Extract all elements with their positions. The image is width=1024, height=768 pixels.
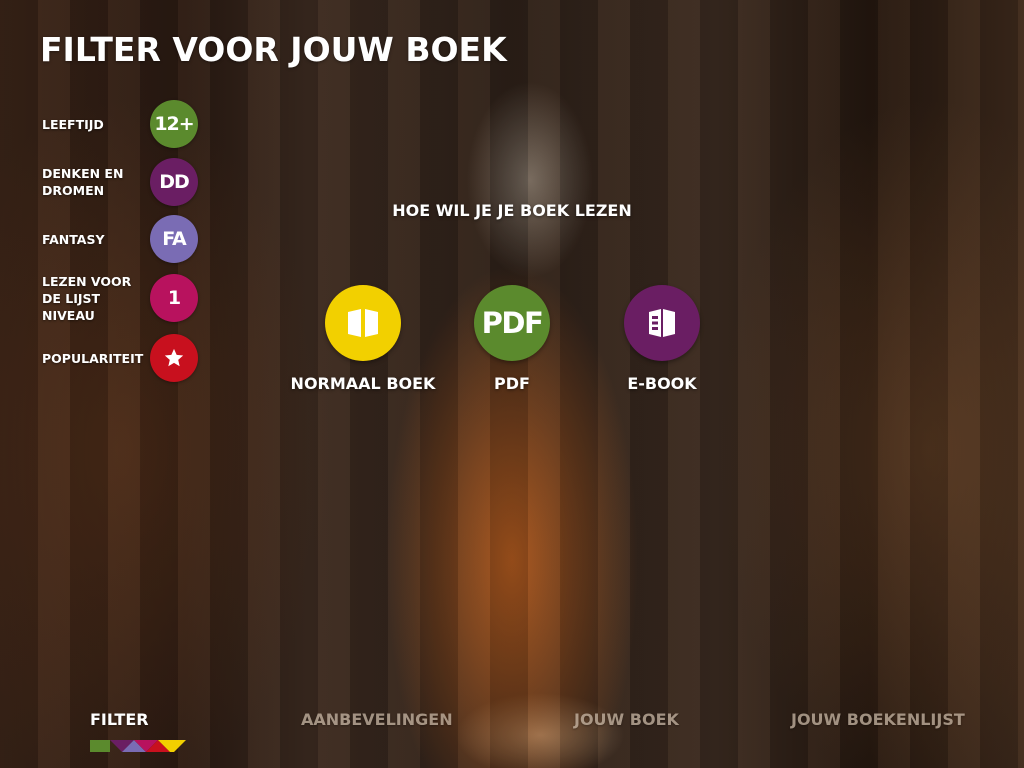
filter-subgenre[interactable]: FANTASY FA xyxy=(42,215,202,263)
filter-popularity[interactable]: POPULARITEIT xyxy=(42,334,202,382)
filter-genre[interactable]: DENKEN EN DROMEN DD xyxy=(42,158,202,206)
filter-label: DENKEN EN DROMEN xyxy=(42,166,124,198)
popularity-badge[interactable] xyxy=(150,334,198,382)
age-badge[interactable]: 12+ xyxy=(150,100,198,148)
filter-age[interactable]: LEEFTIJD 12+ xyxy=(42,100,202,148)
ebook-button[interactable] xyxy=(624,285,700,361)
ebook-icon xyxy=(649,309,675,337)
filter-reading-level[interactable]: LEZEN VOOR DE LIJST NIVEAU 1 xyxy=(42,273,202,323)
page-title: FILTER VOOR JOUW BOEK xyxy=(40,30,507,69)
open-book-icon xyxy=(348,309,378,337)
option-ebook[interactable]: E-BOOK xyxy=(582,285,742,393)
nav-tab-jouw-boekenlijst[interactable]: JOUW BOEKENLIJST xyxy=(791,710,965,729)
reading-format-question: HOE WIL JE JE BOEK LEZEN xyxy=(392,201,632,220)
filter-label: FANTASY xyxy=(42,231,105,247)
pdf-button[interactable]: PDF xyxy=(474,285,550,361)
option-normal-book[interactable]: NORMAAL BOEK xyxy=(283,285,443,393)
nav-tab-jouw-boek[interactable]: JOUW BOEK xyxy=(574,710,679,729)
option-label: E-BOOK xyxy=(627,374,697,393)
pdf-icon: PDF xyxy=(481,306,544,340)
level-badge[interactable]: 1 xyxy=(150,274,198,322)
filter-label: LEEFTIJD xyxy=(42,116,104,132)
nav-tab-aanbevelingen[interactable]: AANBEVELINGEN xyxy=(301,710,453,729)
normal-book-button[interactable] xyxy=(325,285,401,361)
nav-tab-filter[interactable]: FILTER xyxy=(90,710,149,729)
bottom-navigation: FILTER AANBEVELINGEN JOUW BOEK JOUW BOEK… xyxy=(0,710,1024,768)
option-label: NORMAAL BOEK xyxy=(290,374,436,393)
star-icon xyxy=(164,348,184,367)
active-tab-indicator xyxy=(90,740,186,752)
option-label: PDF xyxy=(494,374,530,393)
option-pdf[interactable]: PDF PDF xyxy=(432,285,592,393)
genre-badge[interactable]: DD xyxy=(150,158,198,206)
filter-label: POPULARITEIT xyxy=(42,350,144,366)
subgenre-badge[interactable]: FA xyxy=(150,215,198,263)
filter-label: LEZEN VOOR DE LIJST NIVEAU xyxy=(42,273,132,323)
